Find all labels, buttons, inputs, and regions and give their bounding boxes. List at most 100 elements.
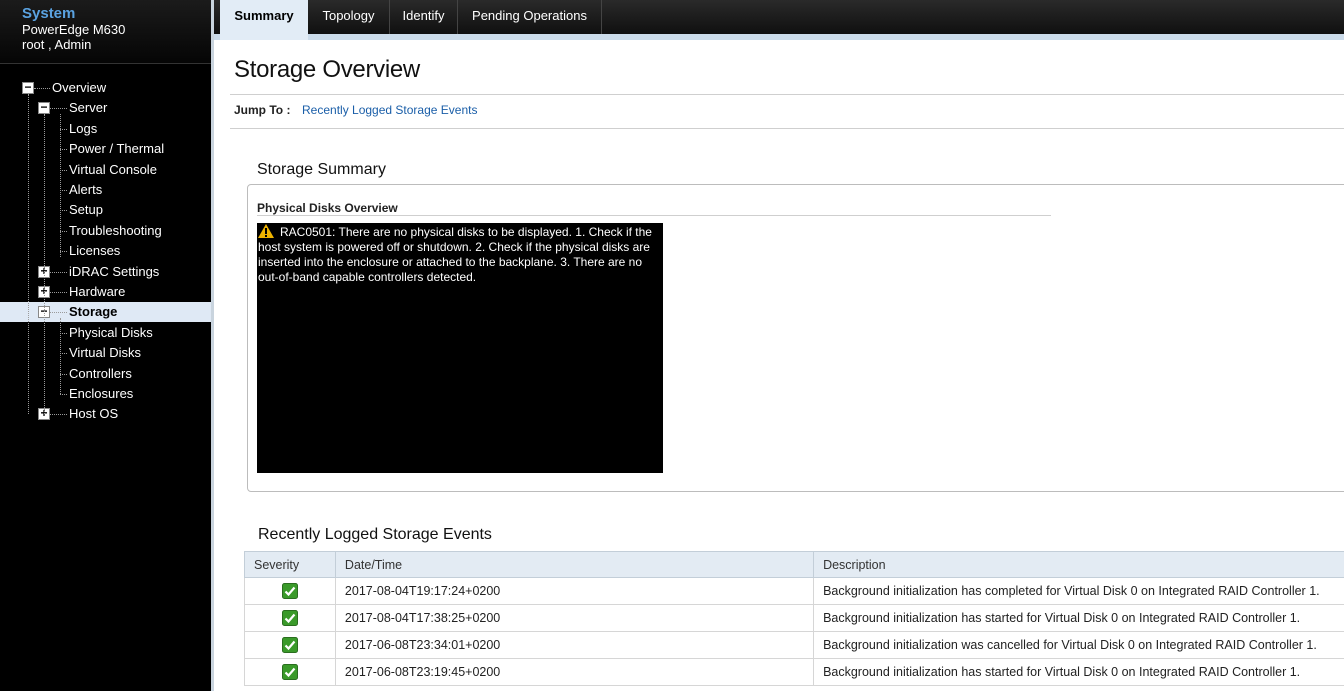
tree-connector xyxy=(50,108,67,110)
ok-check-icon xyxy=(281,664,298,680)
datetime-cell: 2017-08-04T17:38:25+0200 xyxy=(334,604,815,632)
warning-icon xyxy=(258,224,274,238)
severity-cell xyxy=(244,631,336,659)
severity-cell xyxy=(244,604,336,632)
tree-item-label: Hardware xyxy=(69,284,126,299)
tree-connector xyxy=(60,353,67,355)
table-row[interactable]: 2017-08-04T17:38:25+0200 Background initi… xyxy=(244,604,1344,632)
physical-disks-overview-title: Physical Disks Overview xyxy=(257,201,398,215)
tree-connector xyxy=(34,88,50,89)
tree-item-troubleshooting[interactable]: Troubleshooting xyxy=(0,221,211,241)
table-row[interactable]: 2017-06-08T23:19:45+0200 Background initi… xyxy=(244,658,1344,686)
description-cell: Background initialization has started fo… xyxy=(813,658,1344,686)
severity-cell xyxy=(244,577,336,605)
tree-item-label: Power / Thermal xyxy=(69,141,165,157)
description-cell: Background initialization was cancelled … xyxy=(813,631,1344,659)
tree-connector xyxy=(60,332,67,334)
tree-guide xyxy=(60,114,61,258)
datetime-cell: 2017-08-04T19:17:24+0200 xyxy=(334,577,815,605)
subtitle-divider xyxy=(257,215,1051,216)
tree-guide xyxy=(60,318,61,394)
jump-to-events-link[interactable]: Recently Logged Storage Events xyxy=(302,103,477,117)
sidebar: System PowerEdge M630 root , Admin − Over… xyxy=(0,0,214,691)
tab-bar: Summary Topology Identify Pending Operat… xyxy=(214,0,1344,40)
tree-item-label: Overview xyxy=(52,80,107,95)
tree-connector xyxy=(60,128,67,130)
table-header-row: Severity Date/Time Description xyxy=(244,551,1344,578)
physical-disks-message-box: RAC0501: There are no physical disks to … xyxy=(257,223,663,473)
tree-connector xyxy=(60,394,67,395)
tree-item-virtual-disks[interactable]: Virtual Disks xyxy=(0,343,211,363)
column-severity[interactable]: Severity xyxy=(244,551,336,578)
tree-connector xyxy=(60,149,67,151)
events-table-body: 2017-08-04T19:17:24+0200 Background initi… xyxy=(244,577,1344,686)
ok-check-icon xyxy=(281,637,298,653)
system-header: System PowerEdge M630 root , Admin xyxy=(0,0,211,64)
tree-item-power-thermal[interactable]: Power / Thermal xyxy=(0,139,211,159)
tree-connector xyxy=(60,373,67,375)
tree-item-controllers[interactable]: Controllers xyxy=(0,364,211,384)
tree-connector xyxy=(60,210,67,212)
tree-item-storage[interactable]: − Storage xyxy=(0,302,211,323)
system-user: root , Admin xyxy=(22,37,92,52)
tree-connector xyxy=(50,292,67,293)
tree-item-label: Controllers xyxy=(69,365,132,381)
tree-item-alerts[interactable]: Alerts xyxy=(0,180,211,200)
storage-summary-title: Storage Summary xyxy=(257,161,386,178)
tree-item-host-os[interactable]: + Host OS xyxy=(0,404,211,424)
tree-guide xyxy=(44,114,45,415)
collapse-icon[interactable]: − xyxy=(38,101,50,115)
tree-connector xyxy=(50,271,67,273)
tree-item-label: Setup xyxy=(69,202,103,218)
ok-check-icon xyxy=(281,583,298,599)
tree-item-overview[interactable]: − Overview xyxy=(0,78,211,98)
tree-connector xyxy=(50,414,67,416)
tree-item-label: Logs xyxy=(69,120,98,136)
table-row[interactable]: 2017-08-04T19:17:24+0200 Background initi… xyxy=(244,577,1344,605)
tree-item-label: Virtual Disks xyxy=(69,345,142,361)
column-datetime[interactable]: Date/Time xyxy=(334,551,815,578)
tree-item-licenses[interactable]: Licenses xyxy=(0,241,211,261)
physical-disks-message: RAC0501: There are no physical disks to … xyxy=(258,225,652,284)
tab-identify[interactable]: Identify xyxy=(390,0,458,34)
tree-item-logs[interactable]: Logs xyxy=(0,119,211,139)
description-cell: Background initialization has completed … xyxy=(813,577,1344,605)
tree-item-label: Virtual Console xyxy=(69,161,157,177)
tree-item-enclosures[interactable]: Enclosures xyxy=(0,384,211,404)
tree-connector xyxy=(60,251,67,253)
tab-topology[interactable]: Topology xyxy=(308,0,390,34)
collapse-icon[interactable]: − xyxy=(22,81,34,94)
system-title[interactable]: System xyxy=(22,5,75,22)
description-cell: Background initialization has started fo… xyxy=(813,604,1344,632)
tree-item-physical-disks[interactable]: Physical Disks xyxy=(0,323,211,343)
system-model: PowerEdge M630 xyxy=(22,22,126,37)
tree-connector xyxy=(60,190,67,191)
ok-check-icon xyxy=(281,610,298,626)
column-description[interactable]: Description xyxy=(813,551,1344,578)
tab-pending-operations[interactable]: Pending Operations xyxy=(458,0,602,34)
tree-item-label: Licenses xyxy=(69,243,121,259)
tree-connector xyxy=(50,312,67,314)
table-row[interactable]: 2017-06-08T23:34:01+0200 Background initi… xyxy=(244,631,1344,659)
page-title: Storage Overview xyxy=(234,56,420,83)
tree-item-setup[interactable]: Setup xyxy=(0,200,211,220)
tree-item-virtual-console[interactable]: Virtual Console xyxy=(0,160,211,180)
tree-item-label: Physical Disks xyxy=(69,324,153,340)
severity-cell xyxy=(244,658,336,686)
tree-item-server[interactable]: − Server xyxy=(0,98,211,118)
tree-item-hardware[interactable]: + Hardware xyxy=(0,282,211,302)
sidebar-edge xyxy=(211,0,214,691)
tree-connector xyxy=(60,169,67,171)
tree-item-label: Alerts xyxy=(69,182,103,197)
tab-summary[interactable]: Summary xyxy=(220,0,308,40)
tree-item-label: Host OS xyxy=(69,406,119,422)
title-divider xyxy=(230,94,1344,95)
events-title: Recently Logged Storage Events xyxy=(258,526,492,543)
events-table: Severity Date/Time Description 2017-08-0… xyxy=(244,551,1344,686)
tree-item-label: Storage xyxy=(69,304,118,320)
tree-item-label: iDRAC Settings xyxy=(69,263,160,279)
tree-item-idrac-settings[interactable]: + iDRAC Settings xyxy=(0,262,211,282)
tree-item-label: Troubleshooting xyxy=(69,222,162,238)
tree-item-label: Enclosures xyxy=(69,386,134,401)
tree-guide xyxy=(28,94,29,415)
